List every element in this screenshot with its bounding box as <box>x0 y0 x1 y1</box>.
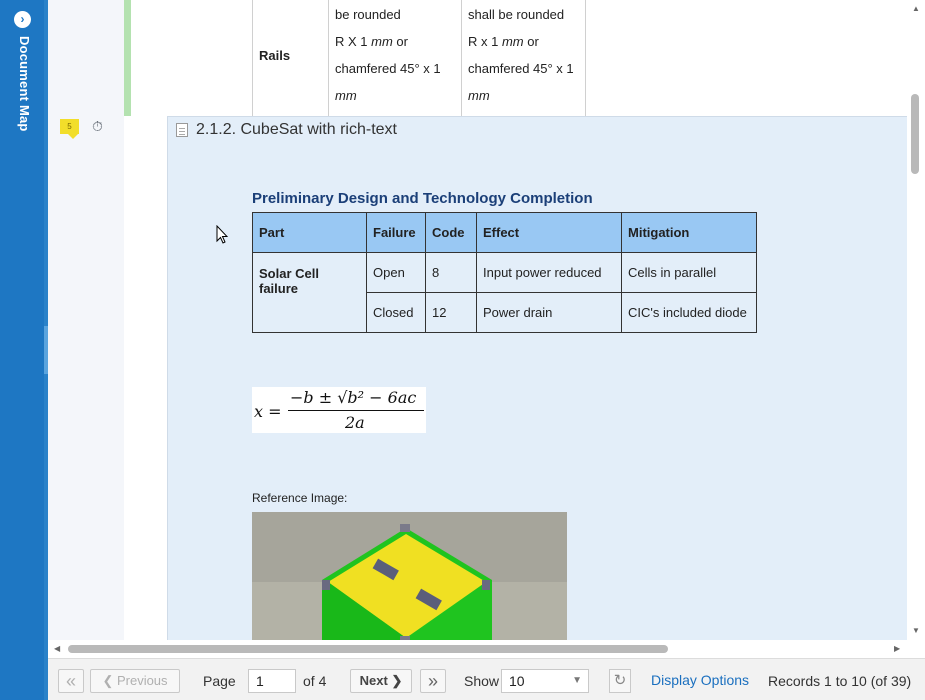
scroll-down-icon[interactable]: ▼ <box>911 626 921 636</box>
equation-numerator: −b ± √b² − 6ac <box>290 388 417 407</box>
column-header: Part <box>252 212 367 253</box>
page-number-input[interactable]: 1 <box>248 669 296 693</box>
failure-mode-table: Part Failure Code Effect Mitigation Sola… <box>252 212 757 333</box>
scroll-up-icon[interactable]: ▲ <box>911 4 921 14</box>
previous-page-button[interactable]: ❮ Previous <box>90 669 180 693</box>
column-header: Failure <box>366 212 426 253</box>
table-row-label: Rails <box>252 0 329 118</box>
document-icon <box>176 123 188 137</box>
pagination-bar: « ❮ Previous Page 1 of 4 Next ❯ » Show 1… <box>48 658 925 700</box>
vertical-scroll-thumb[interactable] <box>911 94 919 174</box>
chevron-down-icon[interactable]: ▼ <box>572 670 582 692</box>
cubesat-render-image <box>252 512 567 640</box>
refresh-icon[interactable]: ↻ <box>609 669 631 693</box>
comment-icon[interactable]: 5 <box>60 119 79 139</box>
table-row: Solar Cell failure Open 8 Input power re… <box>252 252 757 333</box>
table-cell: 12 <box>425 292 477 333</box>
show-label: Show <box>464 673 500 689</box>
table-cell: 8 <box>425 252 477 293</box>
horizontal-scrollbar[interactable]: ◀ ▶ <box>48 641 907 658</box>
equation-lhs: x = <box>254 402 282 421</box>
equation-image: x = −b ± √b² − 6ac 2a <box>252 387 426 433</box>
scroll-right-icon[interactable]: ▶ <box>894 644 900 653</box>
requirements-table-fragment: Rails be rounded R X 1 mm or chamfered 4… <box>252 0 586 118</box>
table-cell: Cells in parallel <box>621 252 757 293</box>
section-block[interactable]: 2.1.2. CubeSat with rich-text Preliminar… <box>167 116 908 640</box>
table-cell: CIC's included diode <box>621 292 757 333</box>
column-header: Mitigation <box>621 212 757 253</box>
display-options-link[interactable]: Display Options <box>651 672 749 688</box>
reference-image-label: Reference Image: <box>252 491 348 505</box>
fraction-bar <box>288 410 424 411</box>
table-cell: Closed <box>366 292 426 333</box>
double-chevron-left-icon[interactable]: « <box>58 669 84 693</box>
records-count: Records 1 to 10 (of 39) <box>768 673 912 689</box>
page-label: Page <box>203 673 236 689</box>
annotation-gutter <box>48 0 124 640</box>
change-marker <box>124 0 131 116</box>
table-cell-part: Solar Cell failure <box>252 252 367 333</box>
document-content: Rails be rounded R X 1 mm or chamfered 4… <box>131 0 908 640</box>
table-cell: be rounded R X 1 mm or chamfered 45° x 1… <box>328 0 462 118</box>
table-cell: Power drain <box>476 292 622 333</box>
table-cell: Open <box>366 252 426 293</box>
equation-denominator: 2a <box>345 413 365 432</box>
document-map-panel[interactable]: › Document Map <box>0 0 48 700</box>
page-size-value: 10 <box>509 673 525 689</box>
section-title[interactable]: 2.1.2. CubeSat with rich-text <box>196 121 397 139</box>
scroll-left-icon[interactable]: ◀ <box>54 644 60 653</box>
stopwatch-icon[interactable]: ⏱ <box>92 119 106 133</box>
section-subtitle: Preliminary Design and Technology Comple… <box>252 190 593 207</box>
table-header-row: Part Failure Code Effect Mitigation <box>252 212 757 253</box>
table-cell: shall be rounded R x 1 mm or chamfered 4… <box>461 0 586 118</box>
chevron-right-icon[interactable]: › <box>14 11 31 28</box>
document-map-label[interactable]: Document Map <box>14 36 32 132</box>
mouse-cursor-icon <box>216 225 228 244</box>
double-chevron-right-icon[interactable]: » <box>420 669 446 693</box>
column-header: Effect <box>476 212 622 253</box>
column-header: Code <box>425 212 477 253</box>
page-size-select[interactable]: 10 ▼ <box>501 669 589 693</box>
horizontal-scroll-thumb[interactable] <box>68 645 668 653</box>
table-cell: Input power reduced <box>476 252 622 293</box>
vertical-scrollbar[interactable]: ▲ ▼ <box>907 0 925 640</box>
page-count-label: of 4 <box>303 673 327 689</box>
next-page-button[interactable]: Next ❯ <box>350 669 412 693</box>
